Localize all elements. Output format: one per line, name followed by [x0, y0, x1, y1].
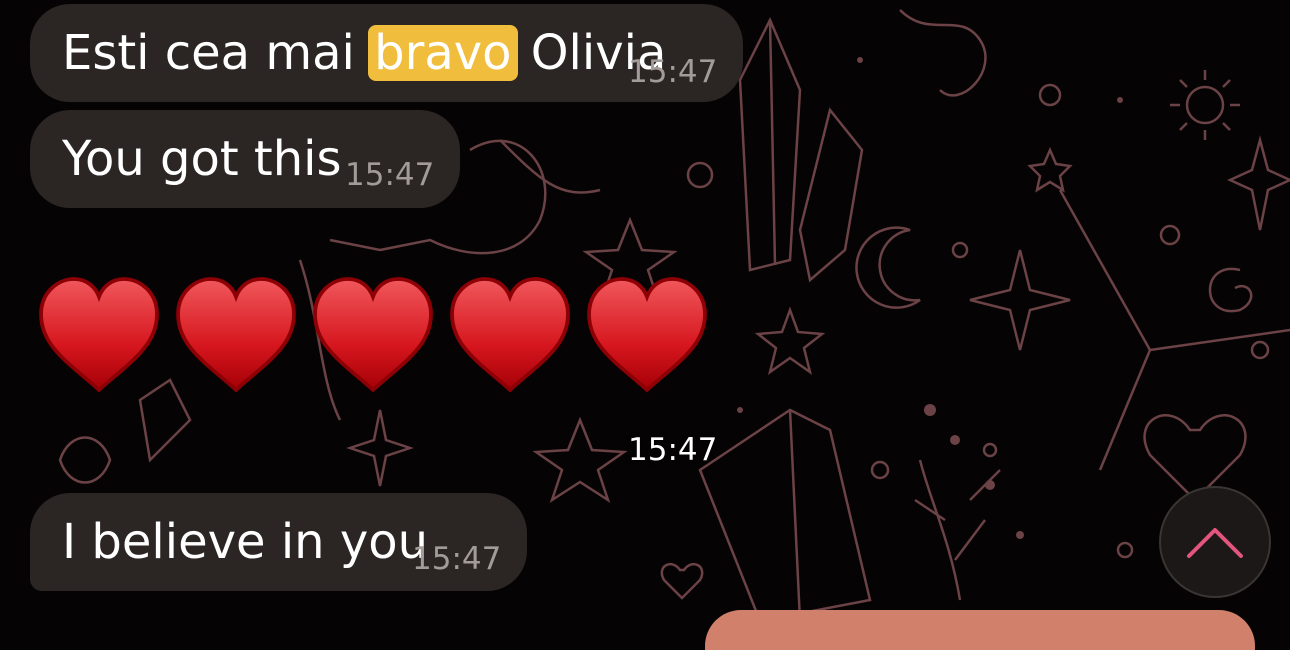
message-bubble[interactable]: I believe in you 15:47: [30, 493, 527, 591]
heart-emoji: [450, 277, 570, 393]
chevron-up-icon: [1187, 528, 1243, 558]
outgoing-message-bubble[interactable]: [705, 610, 1255, 650]
message-time: 15:47: [412, 541, 502, 577]
message-time: 15:47: [345, 157, 435, 193]
message-text: I believe in you: [62, 514, 429, 570]
message-bubble[interactable]: Esti cea mai bravo Olivia 15:47: [30, 4, 743, 102]
heart-emoji: [587, 277, 707, 393]
message-bubble[interactable]: You got this 15:47: [30, 110, 460, 208]
heart-emoji: [39, 277, 159, 393]
scroll-to-bottom-button[interactable]: [1159, 486, 1271, 598]
message-text: Esti cea mai bravo Olivia: [62, 25, 667, 81]
message-time: 15:47: [628, 432, 718, 468]
message-text: You got this: [62, 131, 342, 187]
heart-emoji: [176, 277, 296, 393]
message-time: 15:47: [628, 54, 718, 90]
emoji-message[interactable]: [36, 274, 710, 404]
heart-emoji: [313, 277, 433, 393]
search-highlight: bravo: [368, 25, 518, 81]
